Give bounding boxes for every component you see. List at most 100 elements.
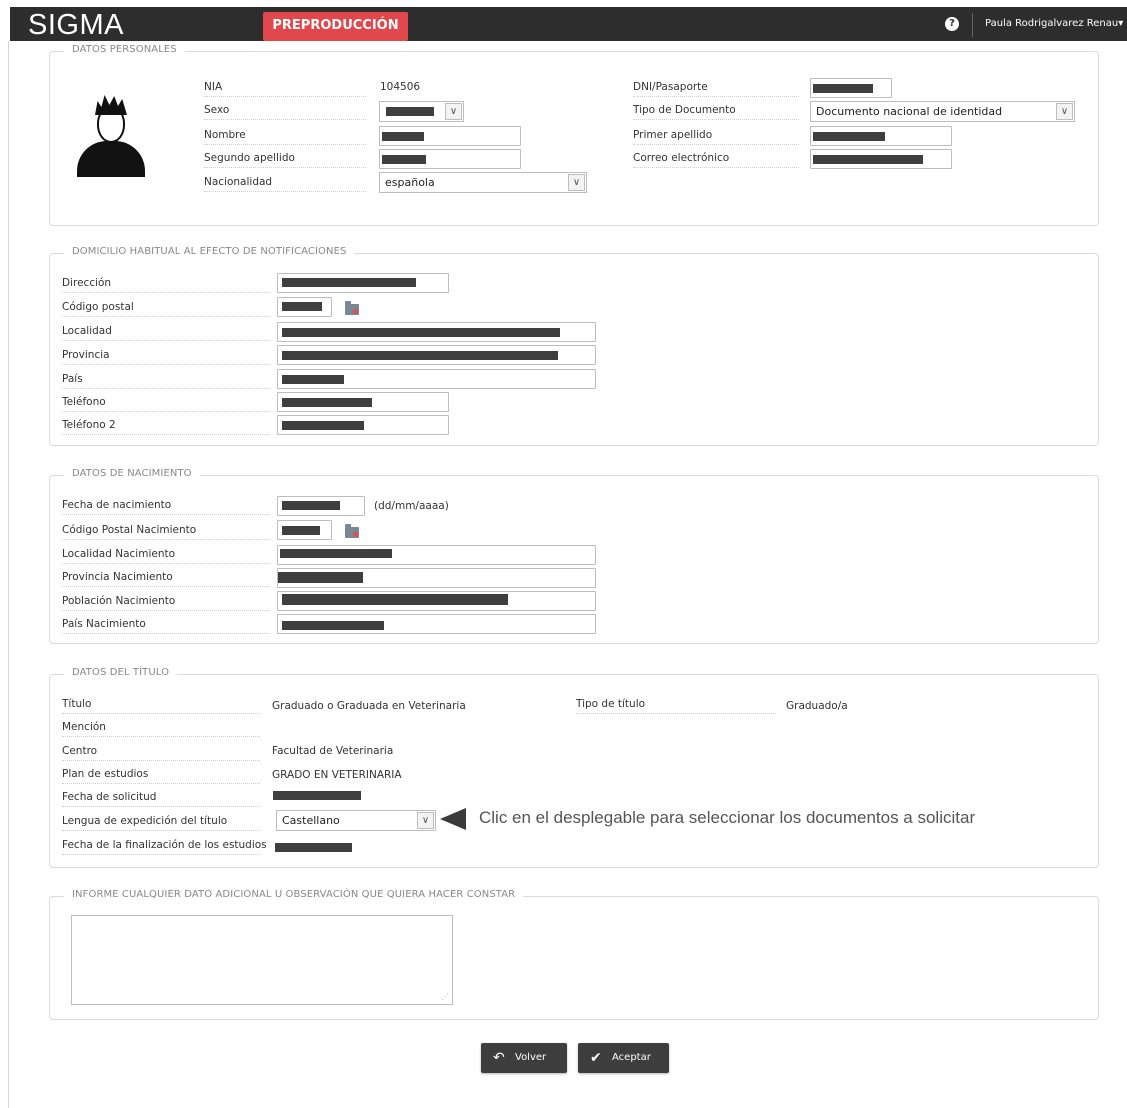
cp-nacimiento-input[interactable] (277, 520, 332, 540)
section-title: INFORME CUALQUIER DATO ADICIONAL U OBSER… (64, 889, 524, 900)
sexo-label: Sexo (204, 104, 366, 120)
tipo-titulo-label: Tipo de título (576, 698, 776, 714)
redacted-value (282, 398, 372, 407)
telefono2-label: Teléfono 2 (62, 419, 269, 435)
redacted-value (282, 351, 558, 360)
app-logo[interactable]: SIGMA (28, 9, 124, 42)
volver-label: Volver (515, 1052, 547, 1063)
redacted-value (282, 526, 320, 535)
nombre-label: Nombre (204, 129, 366, 145)
plan-estudios-label: Plan de estudios (62, 768, 260, 784)
date-format-hint: (dd/mm/aaaa) (374, 500, 449, 512)
correo-label: Correo electrónico (633, 152, 799, 168)
poblacion-nacimiento-input[interactable] (277, 591, 596, 611)
redacted-value (278, 572, 363, 583)
nombre-input[interactable] (379, 126, 521, 146)
redacted-value (282, 278, 416, 287)
fecha-solicitud-label: Fecha de solicitud (62, 791, 260, 807)
tipo-documento-label: Tipo de Documento (633, 104, 799, 120)
observations-textarea[interactable]: ⋰ (71, 915, 453, 1005)
provincia-input[interactable] (277, 345, 596, 365)
dni-label: DNI/Pasaporte (633, 81, 799, 97)
checkmark-icon: ✔ (590, 1050, 602, 1066)
segundo-apellido-input[interactable] (379, 149, 521, 169)
correo-input[interactable] (810, 149, 952, 169)
fecha-nacimiento-label: Fecha de nacimiento (62, 499, 269, 515)
fecha-solicitud-value (273, 791, 361, 800)
redacted-value (282, 421, 364, 430)
redacted-value (382, 155, 426, 164)
undo-arrow-icon: ↶ (493, 1050, 505, 1066)
user-menu[interactable]: Paula Rodrigalvarez Renau▾ (985, 18, 1123, 29)
localidad-input[interactable] (277, 322, 596, 342)
nia-label: NIA (204, 81, 366, 97)
redacted-value (282, 501, 340, 510)
localidad-label: Localidad (62, 325, 269, 341)
pointer-arrow-icon (440, 808, 466, 830)
chevron-down-icon: ∨ (1056, 103, 1073, 120)
cp-nacimiento-label: Código Postal Nacimiento (62, 524, 269, 540)
tipo-documento-select[interactable]: Documento nacional de identidad ∨ (810, 101, 1075, 122)
redacted-value (280, 549, 392, 558)
search-folder-icon[interactable] (345, 524, 359, 538)
redacted-value (282, 594, 508, 605)
segundo-apellido-label: Segundo apellido (204, 152, 366, 168)
primer-apellido-label: Primer apellido (633, 129, 799, 145)
primer-apellido-input[interactable] (810, 126, 952, 146)
page-left-border (8, 41, 9, 1108)
resize-handle-icon[interactable]: ⋰ (441, 992, 449, 1001)
poblacion-nacimiento-label: Población Nacimiento (62, 595, 269, 611)
top-bar: SIGMA PREPRODUCCIÓN ? Paula Rodrigalvare… (10, 7, 1127, 41)
sexo-select[interactable]: ∨ (379, 101, 464, 122)
lengua-value: Castellano (282, 814, 340, 827)
localidad-nacimiento-input[interactable] (277, 545, 596, 565)
chevron-down-icon: ∨ (445, 103, 462, 120)
header-divider (972, 13, 973, 37)
redacted-value (386, 107, 434, 116)
fecha-fin-value (275, 843, 352, 852)
direccion-input[interactable] (277, 273, 449, 293)
aceptar-label: Aceptar (612, 1052, 651, 1063)
pais-input[interactable] (277, 369, 596, 389)
nacionalidad-label: Nacionalidad (204, 176, 366, 192)
fecha-fin-label: Fecha de la finalización de los estudios (62, 839, 267, 855)
telefono-input[interactable] (277, 392, 449, 412)
nia-value: 104506 (380, 81, 421, 93)
chevron-down-icon: ∨ (568, 174, 585, 191)
search-folder-icon[interactable] (345, 301, 359, 315)
nacionalidad-value: española (385, 176, 435, 189)
dni-input[interactable] (810, 78, 892, 98)
fecha-nacimiento-input[interactable] (277, 496, 365, 516)
direccion-label: Dirección (62, 277, 269, 293)
pais-nacimiento-label: País Nacimiento (62, 618, 269, 634)
annotation-text: Clic en el desplegable para seleccionar … (479, 808, 976, 827)
tipo-documento-value: Documento nacional de identidad (816, 105, 1003, 118)
lengua-label: Lengua de expedición del título (62, 815, 260, 831)
aceptar-button[interactable]: ✔ Aceptar (578, 1043, 669, 1073)
pais-nacimiento-input[interactable] (277, 614, 596, 634)
question-circle-icon[interactable]: ? (945, 17, 959, 31)
nacionalidad-select[interactable]: española ∨ (379, 172, 587, 193)
redacted-value (813, 155, 923, 164)
centro-label: Centro (62, 745, 260, 761)
provincia-nacimiento-input[interactable] (277, 568, 596, 588)
pais-label: País (62, 373, 269, 389)
provincia-label: Provincia (62, 349, 269, 365)
tipo-titulo-value: Graduado/a (786, 700, 848, 712)
plan-estudios-value: GRADO EN VETERINARIA (272, 769, 402, 781)
titulo-label: Título (62, 698, 260, 714)
provincia-nacimiento-label: Provincia Nacimiento (62, 571, 269, 587)
redacted-value (282, 375, 344, 384)
mencion-label: Mención (62, 721, 260, 737)
section-title: DOMICILIO HABITUAL AL EFECTO DE NOTIFICA… (64, 246, 355, 257)
chevron-down-icon: ∨ (417, 812, 434, 829)
redacted-value (382, 132, 424, 141)
lengua-select[interactable]: Castellano ∨ (276, 810, 436, 831)
environment-badge: PREPRODUCCIÓN (263, 12, 408, 41)
cp-label: Código postal (62, 301, 269, 317)
centro-value: Facultad de Veterinaria (272, 745, 394, 757)
volver-button[interactable]: ↶ Volver (481, 1043, 567, 1073)
cp-input[interactable] (277, 297, 332, 317)
redacted-value (282, 328, 560, 337)
telefono2-input[interactable] (277, 415, 449, 435)
